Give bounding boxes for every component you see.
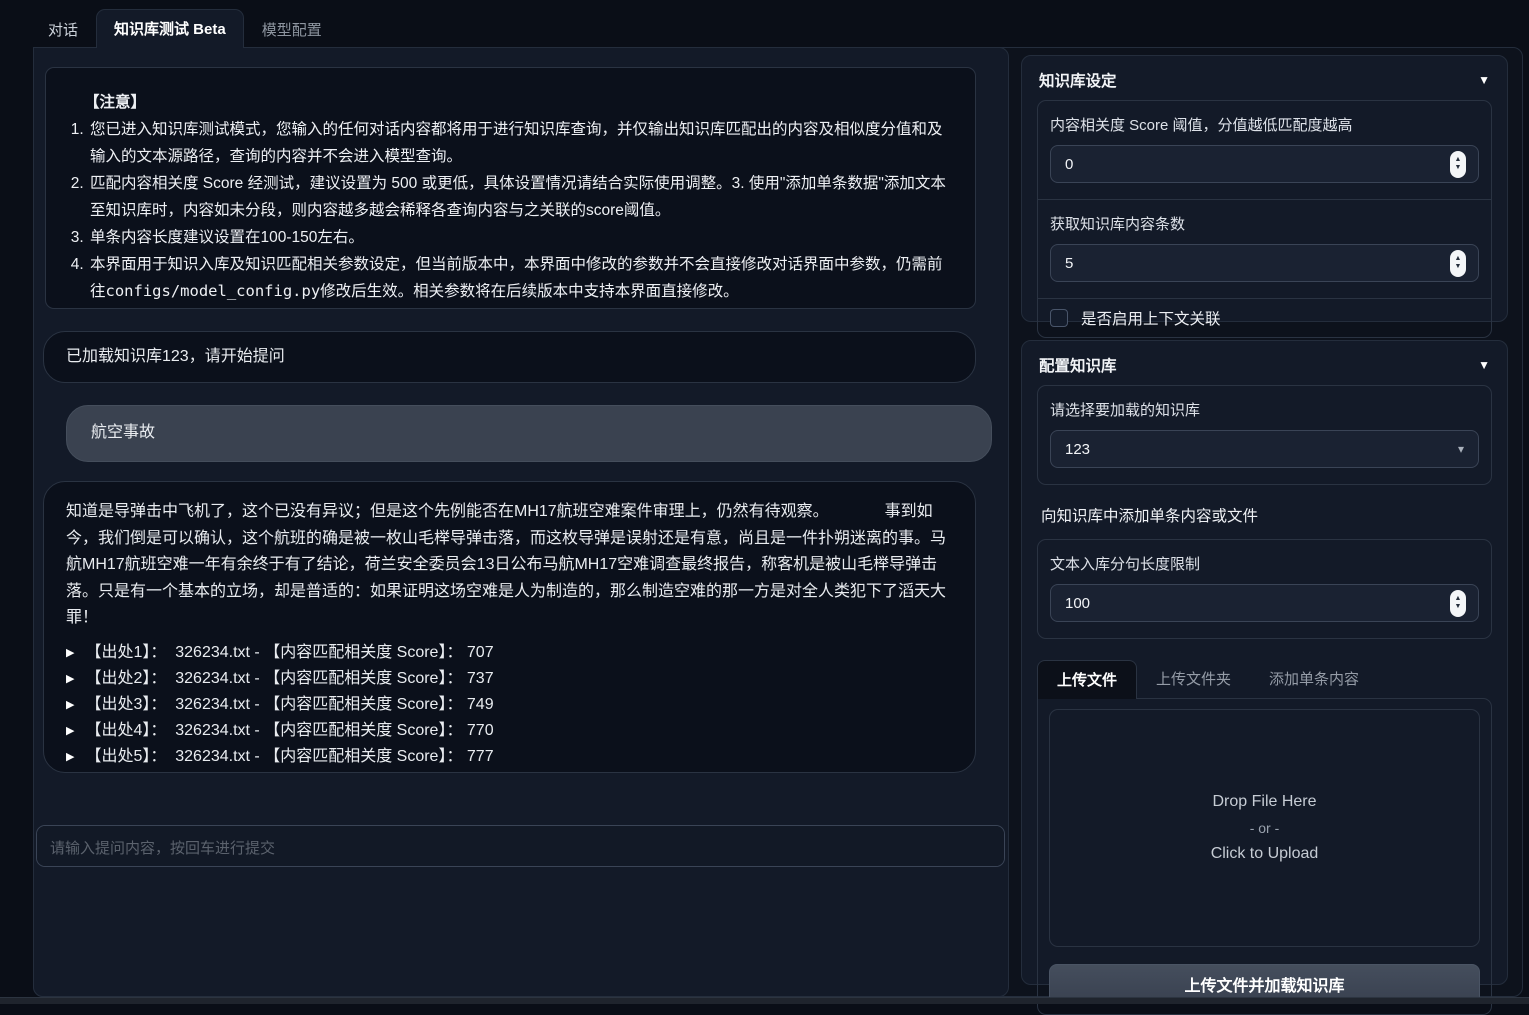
notice-list: 您已进入知识库测试模式，您输入的任何对话内容都将用于进行知识库查询，并仅输出知识… xyxy=(70,116,951,305)
upload-tabbar: 上传文件 上传文件夹 添加单条内容 xyxy=(1037,660,1492,698)
source-details[interactable]: ▶ 【出处4】： 326234.txt - 【内容匹配相关度 Score】： 77… xyxy=(66,719,953,745)
kb-select-section: 请选择要加载的知识库 123 ▾ xyxy=(1038,386,1491,484)
notice-box: 【注意】 您已进入知识库测试模式，您输入的任何对话内容都将用于进行知识库查询，并… xyxy=(45,67,976,309)
chevron-down-icon: ▼ xyxy=(1478,73,1490,87)
number-stepper[interactable]: ▲ ▼ xyxy=(1450,590,1466,617)
bottom-strip xyxy=(0,997,1529,1004)
expand-arrow-icon: ▶ xyxy=(66,674,74,685)
tab-add-single-content[interactable]: 添加单条内容 xyxy=(1250,660,1378,698)
kb-selected-value: 123 xyxy=(1065,441,1458,458)
bot-message: 已加载知识库123，请开始提问 xyxy=(43,331,976,383)
expand-arrow-icon: ▶ xyxy=(66,700,74,711)
topk-label: 获取知识库内容条数 xyxy=(1050,213,1479,234)
chevron-down-icon: ▼ xyxy=(1478,358,1490,372)
stepper-down-icon: ▼ xyxy=(1455,164,1462,172)
dropzone-line1: Drop File Here xyxy=(1212,793,1316,811)
score-threshold-field: ▲ ▼ xyxy=(1050,145,1479,183)
tab-model-config[interactable]: 模型配置 xyxy=(244,11,340,48)
dropzone-line3: Click to Upload xyxy=(1211,845,1319,863)
source-details[interactable]: ▶ 【出处3】： 326234.txt - 【内容匹配相关度 Score】： 74… xyxy=(66,693,953,719)
source-text: 【出处1】： 326234.txt - 【内容匹配相关度 Score】： 707 xyxy=(85,640,493,667)
notice-title: 【注意】 xyxy=(84,89,951,116)
source-details[interactable]: ▶ 【出处5】： 326234.txt - 【内容匹配相关度 Score】： 77… xyxy=(66,745,953,771)
context-link-row: 是否启用上下文关联 xyxy=(1038,298,1491,337)
kb-settings-form: 内容相关度 Score 阈值，分值越低匹配度越高 ▲ ▼ 获取知识库内容条数 xyxy=(1037,100,1492,338)
kb-test-panel: 【注意】 您已进入知识库测试模式，您输入的任何对话内容都将用于进行知识库查询，并… xyxy=(33,47,1009,997)
stepper-up-icon: ▲ xyxy=(1455,255,1462,263)
notice-item: 匹配内容相关度 Score 经测试，建议设置为 500 或更低，具体设置情况请结… xyxy=(88,170,951,224)
stepper-up-icon: ▲ xyxy=(1455,595,1462,603)
expand-arrow-icon: ▶ xyxy=(66,752,74,763)
topk-input[interactable] xyxy=(1063,254,1450,273)
add-content-label: 向知识库中添加单条内容或文件 xyxy=(1041,504,1492,526)
source-details[interactable]: ▶ 【出处2】： 326234.txt - 【内容匹配相关度 Score】： 73… xyxy=(66,667,953,693)
accordion-kb-settings[interactable]: 知识库设定 ▼ xyxy=(1022,56,1507,100)
file-dropzone[interactable]: Drop File Here - or - Click to Upload xyxy=(1049,709,1480,947)
expand-arrow-icon: ▶ xyxy=(66,726,74,737)
dropzone-line2: - or - xyxy=(1250,820,1280,836)
user-message: 航空事故 xyxy=(66,405,992,462)
user-message-text: 航空事故 xyxy=(91,424,155,441)
tab-upload-folder[interactable]: 上传文件夹 xyxy=(1137,660,1250,698)
source-text: 【出处3】： 326234.txt - 【内容匹配相关度 Score】： 749 xyxy=(85,692,493,719)
number-stepper[interactable]: ▲ ▼ xyxy=(1450,250,1466,277)
main-tabbar: 对话 知识库测试 Beta 模型配置 xyxy=(30,13,340,48)
kb-settings-panel: 知识库设定 ▼ 内容相关度 Score 阈值，分值越低匹配度越高 ▲ ▼ 获取知… xyxy=(1021,55,1508,322)
topk-section: 获取知识库内容条数 ▲ ▼ xyxy=(1038,199,1491,298)
source-text: 【出处4】： 326234.txt - 【内容匹配相关度 Score】： 770 xyxy=(85,718,493,745)
notice-item: 本界面用于知识入库及知识匹配相关参数设定，但当前版本中，本界面中修改的参数并不会… xyxy=(88,251,951,305)
context-link-checkbox[interactable] xyxy=(1050,309,1068,327)
expand-arrow-icon: ▶ xyxy=(66,648,74,659)
context-link-label: 是否启用上下文关联 xyxy=(1081,307,1221,329)
source-details[interactable]: ▶ 【出处1】： 326234.txt - 【内容匹配相关度 Score】： 70… xyxy=(66,641,953,667)
tab-kb-test[interactable]: 知识库测试 Beta xyxy=(96,9,244,48)
score-threshold-section: 内容相关度 Score 阈值，分值越低匹配度越高 ▲ ▼ xyxy=(1038,101,1491,199)
tab-upload-file[interactable]: 上传文件 xyxy=(1037,660,1137,699)
notice-item-text: 修改后生效。相关参数将在后续版本中支持本界面直接修改。 xyxy=(320,283,739,300)
notice-item-code: configs/model_config.py xyxy=(106,282,321,300)
source-text: 【出处5】： 326234.txt - 【内容匹配相关度 Score】： 777 xyxy=(85,744,493,771)
kb-select-label: 请选择要加载的知识库 xyxy=(1050,399,1479,420)
sentence-limit-form: 文本入库分句长度限制 ▲ ▼ xyxy=(1037,539,1492,639)
bot-message-text: 已加载知识库123，请开始提问 xyxy=(66,348,285,365)
accordion-title: 知识库设定 xyxy=(1039,69,1117,91)
question-input[interactable] xyxy=(36,825,1005,867)
accordion-title: 配置知识库 xyxy=(1039,354,1117,376)
bot-message: 知道是导弹击中飞机了，这个已没有异议；但是这个先例能否在MH17航班空难案件审理… xyxy=(43,481,976,773)
notice-item: 单条内容长度建议设置在100-150左右。 xyxy=(88,224,951,251)
sentence-limit-label: 文本入库分句长度限制 xyxy=(1050,553,1479,574)
sentence-limit-section: 文本入库分句长度限制 ▲ ▼ xyxy=(1038,540,1491,638)
source-text: 【出处2】： 326234.txt - 【内容匹配相关度 Score】： 737 xyxy=(85,666,493,693)
stepper-down-icon: ▼ xyxy=(1455,263,1462,271)
score-threshold-input[interactable] xyxy=(1063,155,1450,174)
upload-file-tab-panel: Drop File Here - or - Click to Upload 上传… xyxy=(1037,698,1492,1015)
settings-column: 知识库设定 ▼ 内容相关度 Score 阈值，分值越低匹配度越高 ▲ ▼ 获取知… xyxy=(1021,55,1508,985)
stepper-up-icon: ▲ xyxy=(1455,156,1462,164)
accordion-kb-config[interactable]: 配置知识库 ▼ xyxy=(1022,341,1507,385)
kb-select-dropdown[interactable]: 123 ▾ xyxy=(1050,430,1479,468)
kb-select-form: 请选择要加载的知识库 123 ▾ xyxy=(1037,385,1492,485)
source-list: ▶ 【出处1】： 326234.txt - 【内容匹配相关度 Score】： 70… xyxy=(66,641,953,771)
kb-config-panel: 配置知识库 ▼ 请选择要加载的知识库 123 ▾ 向知识库中添加单条内容或文件 … xyxy=(1021,340,1508,985)
score-threshold-label: 内容相关度 Score 阈值，分值越低匹配度越高 xyxy=(1050,114,1479,135)
notice-item: 您已进入知识库测试模式，您输入的任何对话内容都将用于进行知识库查询，并仅输出知识… xyxy=(88,116,951,170)
topk-field: ▲ ▼ xyxy=(1050,244,1479,282)
tab-chat[interactable]: 对话 xyxy=(30,11,96,48)
sentence-limit-field: ▲ ▼ xyxy=(1050,584,1479,622)
sentence-limit-input[interactable] xyxy=(1063,594,1450,613)
dropdown-caret-icon: ▾ xyxy=(1458,442,1464,456)
bot-message-text: 知道是导弹击中飞机了，这个已没有异议；但是这个先例能否在MH17航班空难案件审理… xyxy=(66,499,953,632)
stepper-down-icon: ▼ xyxy=(1455,603,1462,611)
number-stepper[interactable]: ▲ ▼ xyxy=(1450,151,1466,178)
